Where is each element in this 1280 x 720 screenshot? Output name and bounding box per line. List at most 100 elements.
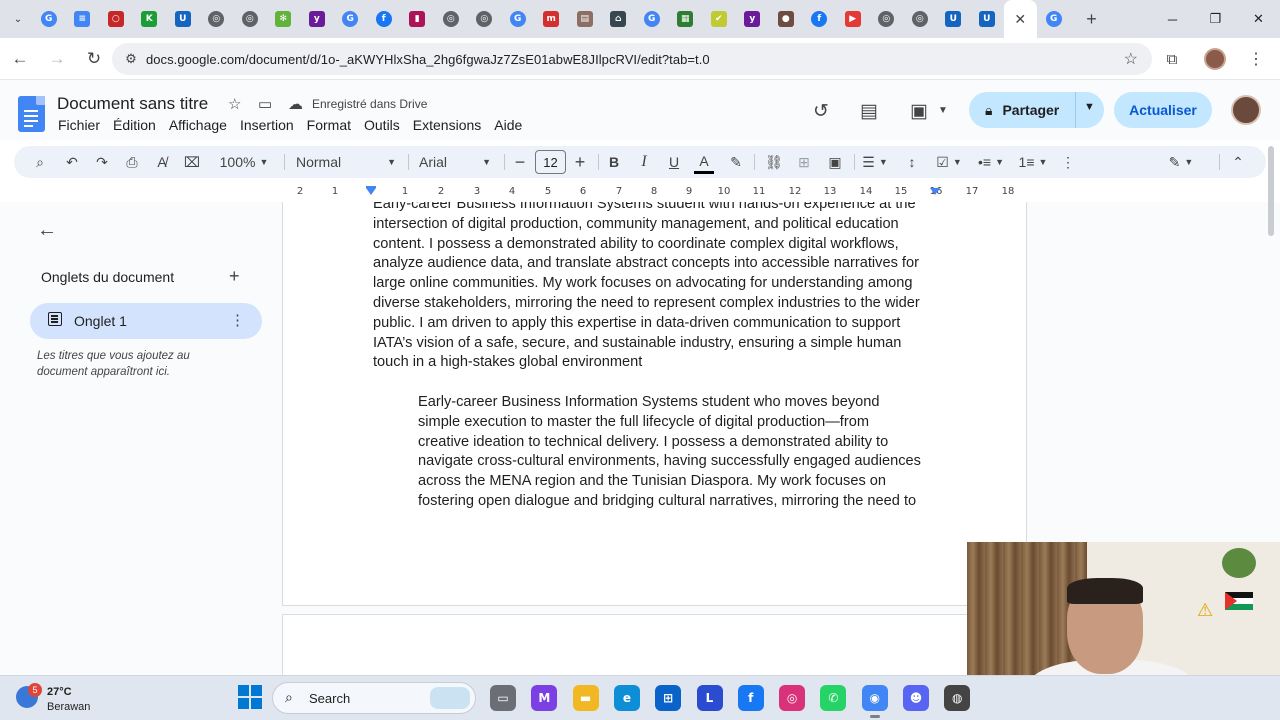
browser-tab[interactable]: ◎ [434,0,468,38]
docs-logo-icon[interactable] [18,96,45,132]
browser-tab[interactable]: ✕ [1003,0,1037,38]
meet-icon[interactable]: ▣ [910,100,928,123]
font-size-input[interactable]: 12 [535,150,566,174]
collapse-menus-icon[interactable]: ⌃ [1228,146,1248,178]
m365-icon[interactable]: M [531,685,558,711]
restore-button[interactable]: ❐ [1194,0,1237,38]
document-paragraph[interactable]: Early-career Business Information System… [418,393,943,512]
share-button[interactable]: 🔒︎ Partager ▼ [969,92,1104,128]
italic-icon[interactable]: I [634,146,654,178]
browser-tab[interactable]: U [166,0,200,38]
search-menus-icon[interactable]: ⌕ [30,146,50,178]
menu-insertion[interactable]: Insertion [240,117,294,133]
meet-dropdown-icon[interactable]: ▼ [938,105,948,116]
sidebar-item-onglet-1[interactable]: Onglet 1 ⋮ [30,303,262,339]
edge-icon[interactable]: e [613,685,640,711]
file-explorer-icon[interactable]: ▭ [490,685,516,711]
menu-outils[interactable]: Outils [364,117,400,133]
app-l-icon[interactable]: L [696,685,723,711]
spellcheck-icon[interactable]: A̸ [152,146,172,178]
close-window-button[interactable]: ✕ [1237,0,1280,38]
folder-icon[interactable]: ▬ [572,685,599,711]
menu-affichage[interactable]: Affichage [169,117,227,133]
browser-tab[interactable]: ◎ [903,0,937,38]
weather-widget[interactable]: 5 27°C Berawan [14,680,124,716]
browser-tab[interactable]: U [937,0,971,38]
browser-tab[interactable]: G [1037,0,1071,38]
minimize-button[interactable]: ─ [1151,0,1194,38]
forward-button[interactable]: → [40,42,74,76]
browser-tab[interactable]: f [367,0,401,38]
instagram-icon[interactable]: ◎ [779,685,806,711]
store-icon[interactable]: ⊞ [655,685,682,711]
chrome-icon[interactable]: ◉ [861,685,888,718]
site-info-icon[interactable]: ⚙ [116,51,146,67]
browser-tab[interactable]: m [535,0,569,38]
back-button[interactable]: ← [3,42,37,76]
browser-tab[interactable]: ✻ [267,0,301,38]
highlight-icon[interactable]: ✎ [726,146,746,178]
numbered-list-icon[interactable]: 1≡ ▼ [1016,146,1050,178]
paint-format-icon[interactable]: ⌧ [182,146,202,178]
browser-tab[interactable]: U [970,0,1004,38]
document-page[interactable] [282,614,1027,675]
browser-tab[interactable]: ◎ [233,0,267,38]
more-options-icon[interactable]: ⋮ [1058,146,1078,178]
print-icon[interactable]: ⎙ [122,146,142,178]
document-title[interactable]: Document sans titre [57,94,208,114]
account-avatar[interactable] [1231,95,1261,125]
tab-options-icon[interactable]: ⋮ [230,311,245,329]
align-icon[interactable]: ☰ ▼ [860,146,890,178]
move-folder-icon[interactable]: ▭ [258,95,272,113]
menu-format[interactable]: Format [307,117,351,133]
browser-tab[interactable]: ✔ [702,0,736,38]
taskbar-search[interactable]: ⌕ Search [272,682,476,714]
font-select[interactable]: Arial ▼ [419,146,491,178]
bulleted-list-icon[interactable]: •≡ ▼ [974,146,1008,178]
browser-tab[interactable]: f [803,0,837,38]
browser-tab[interactable]: ◎ [200,0,234,38]
reload-button[interactable]: ↻ [77,42,111,76]
browser-tab[interactable]: G [32,0,66,38]
browser-menu-icon[interactable]: ⋮ [1248,49,1264,69]
cloud-saved-icon[interactable]: ☁ [288,95,303,113]
browser-tab[interactable]: ⌂ [602,0,636,38]
tab-search-icon[interactable]: ⌄ [8,9,28,29]
left-indent-marker[interactable] [366,188,376,195]
extensions-icon[interactable]: ⧉ [1162,51,1182,68]
document-paragraph[interactable]: Early-career Business Information System… [373,202,943,373]
browser-tab[interactable]: G [334,0,368,38]
decrease-font-size-icon[interactable]: − [510,146,530,178]
browser-tab[interactable]: ▮ [401,0,435,38]
browser-tab[interactable]: y [300,0,334,38]
browser-tab[interactable]: ▤ [568,0,602,38]
browser-tab[interactable]: ▦ [669,0,703,38]
insert-image-icon[interactable]: ▣ [825,146,845,178]
increase-font-size-icon[interactable]: + [570,146,590,178]
browser-tab[interactable]: ◎ [468,0,502,38]
browser-tab[interactable]: G [635,0,669,38]
close-sidebar-arrow-icon[interactable]: ← [37,219,57,242]
editing-mode-icon[interactable]: ✎ ▼ [1164,146,1198,178]
start-button[interactable] [238,685,262,709]
new-tab-button[interactable]: + [1077,4,1107,34]
zoom-select[interactable]: 100% ▼ [214,146,274,178]
browser-tab[interactable]: G [501,0,535,38]
discord-icon[interactable]: ☻ [903,685,929,711]
bold-icon[interactable]: B [604,146,624,178]
style-select[interactable]: Normal ▼ [296,146,396,178]
browser-tab[interactable]: ≡ [66,0,100,38]
profile-avatar[interactable] [1204,48,1226,70]
star-icon[interactable]: ☆ [228,95,241,113]
link-icon[interactable]: ⛓ [764,146,784,178]
horizontal-ruler[interactable]: 2 1 1 2 3 4 5 6 7 8 9 10 11 12 13 14 15 … [282,184,1027,201]
undo-icon[interactable]: ↶ [62,146,82,178]
redo-icon[interactable]: ↷ [92,146,112,178]
line-spacing-icon[interactable]: ↕ [902,146,922,178]
menu-aide[interactable]: Aide [494,117,522,133]
facebook-icon[interactable]: f [737,685,764,711]
app-icon[interactable]: ◍ [944,685,971,711]
comments-icon[interactable]: ▤ [860,100,878,123]
browser-tab[interactable]: K [133,0,167,38]
browser-tab[interactable]: ◎ [870,0,904,38]
